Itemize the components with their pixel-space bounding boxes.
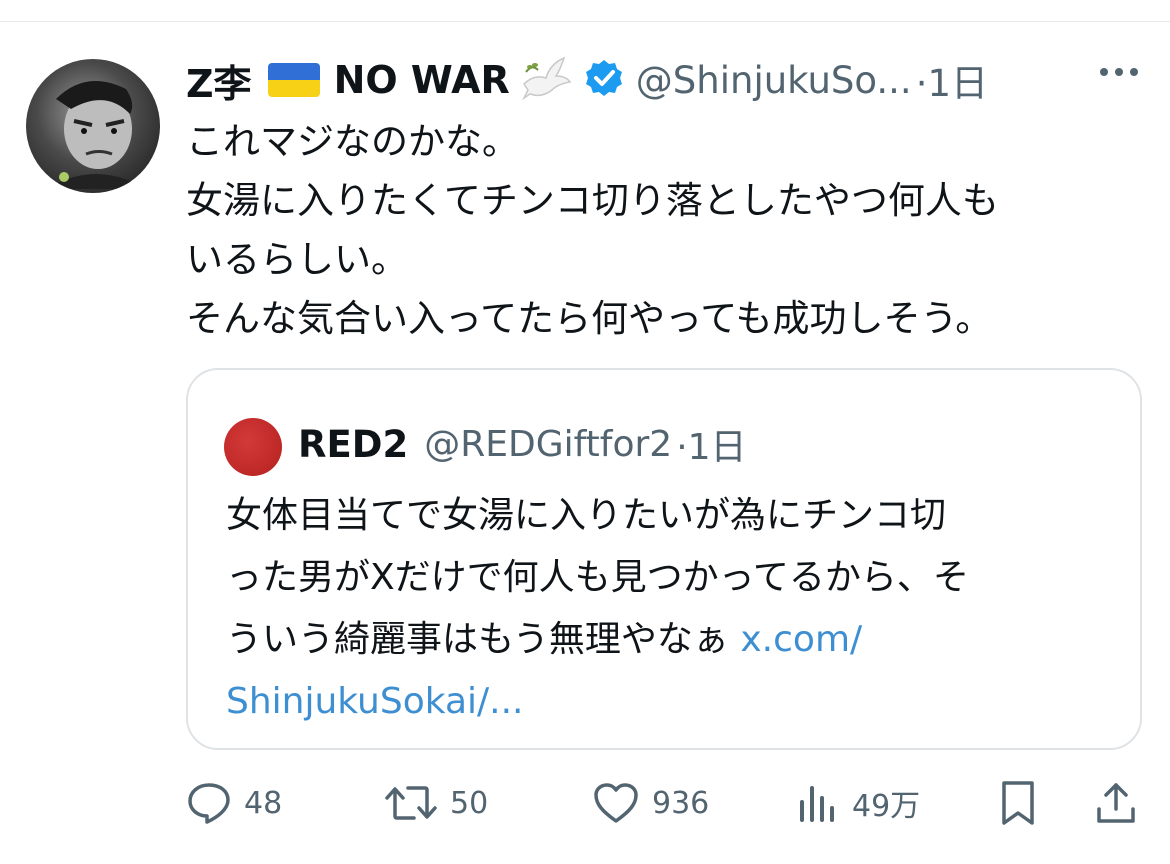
- tweet[interactable]: Z李 NO WAR @ShinjukuSo... ·1日 これマジなのかな。 女…: [0, 0, 1170, 864]
- tweet-text-line: これマジなのかな。: [186, 120, 519, 163]
- reply-count: 48: [244, 785, 283, 821]
- display-name[interactable]: Z李: [186, 53, 252, 108]
- dove-icon: [520, 54, 572, 106]
- quoted-text: 女体目当てで女湯に入りたいが為にチンコ切 った男がXだけで何人も見つかってるから…: [226, 485, 1106, 733]
- retweet-icon: [384, 780, 438, 826]
- quoted-text-line: ShinjukuSokai/...: [226, 671, 1106, 733]
- action-bar: 48 50 936 49万: [186, 775, 1146, 831]
- quoted-text-line-3: ういう綺麗事はもう無理やなぁ: [226, 619, 741, 660]
- views-icon: [796, 780, 840, 826]
- top-divider: [0, 21, 1170, 22]
- ukraine-flag-icon: [267, 63, 320, 97]
- quoted-avatar[interactable]: [224, 418, 282, 476]
- quoted-header: RED2 @REDGiftfor2 ·1日: [298, 414, 747, 474]
- avatar[interactable]: [26, 59, 160, 193]
- verified-badge-icon: [584, 58, 624, 102]
- quoted-link[interactable]: x.com/: [740, 619, 862, 660]
- retweet-button[interactable]: 50: [384, 775, 488, 831]
- quoted-text-line: 女体目当てで女湯に入りたいが為にチンコ切: [226, 495, 947, 536]
- more-options-icon[interactable]: [1098, 63, 1140, 82]
- quoted-tweet[interactable]: RED2 @REDGiftfor2 ·1日 女体目当てで女湯に入りたいが為にチン…: [186, 368, 1142, 750]
- tweet-text-line: そんな気合い入ってたら何やっても成功しそう。: [186, 297, 993, 340]
- views-count: 49万: [852, 789, 921, 824]
- share-icon: [1094, 779, 1138, 827]
- quoted-display-name[interactable]: RED2: [298, 423, 408, 466]
- quoted-text-line: ういう綺麗事はもう無理やなぁ x.com/: [226, 609, 1106, 671]
- tweet-text-line: 女湯に入りたくてチンコ切り落としたやつ何人も: [186, 179, 999, 222]
- heart-icon: [592, 780, 640, 826]
- display-name-suffix[interactable]: NO WAR: [334, 58, 510, 102]
- tweet-text: これマジなのかな。 女湯に入りたくてチンコ切り落としたやつ何人も いるらしい。 …: [186, 112, 1146, 348]
- retweet-count: 50: [450, 785, 489, 821]
- quoted-text-line: った男がXだけで何人も見つかってるから、そ: [226, 557, 969, 598]
- quoted-link-continued[interactable]: ShinjukuSokai/...: [226, 681, 523, 722]
- bookmark-icon: [998, 779, 1038, 827]
- reply-icon: [186, 780, 232, 826]
- quoted-handle[interactable]: @REDGiftfor2: [424, 424, 672, 465]
- quoted-timestamp[interactable]: ·1日: [676, 418, 746, 470]
- share-button[interactable]: [1094, 775, 1138, 831]
- views-button[interactable]: 49万: [796, 775, 920, 831]
- timestamp[interactable]: ·1日: [916, 53, 988, 107]
- like-button[interactable]: 936: [592, 775, 709, 831]
- reply-button[interactable]: 48: [186, 775, 282, 831]
- handle[interactable]: @ShinjukuSo...: [636, 59, 912, 102]
- like-count: 936: [652, 785, 710, 821]
- tweet-text-line: いるらしい。: [186, 238, 408, 281]
- bookmark-button[interactable]: [998, 775, 1038, 831]
- tweet-header: Z李 NO WAR @ShinjukuSo... ·1日: [186, 50, 1140, 110]
